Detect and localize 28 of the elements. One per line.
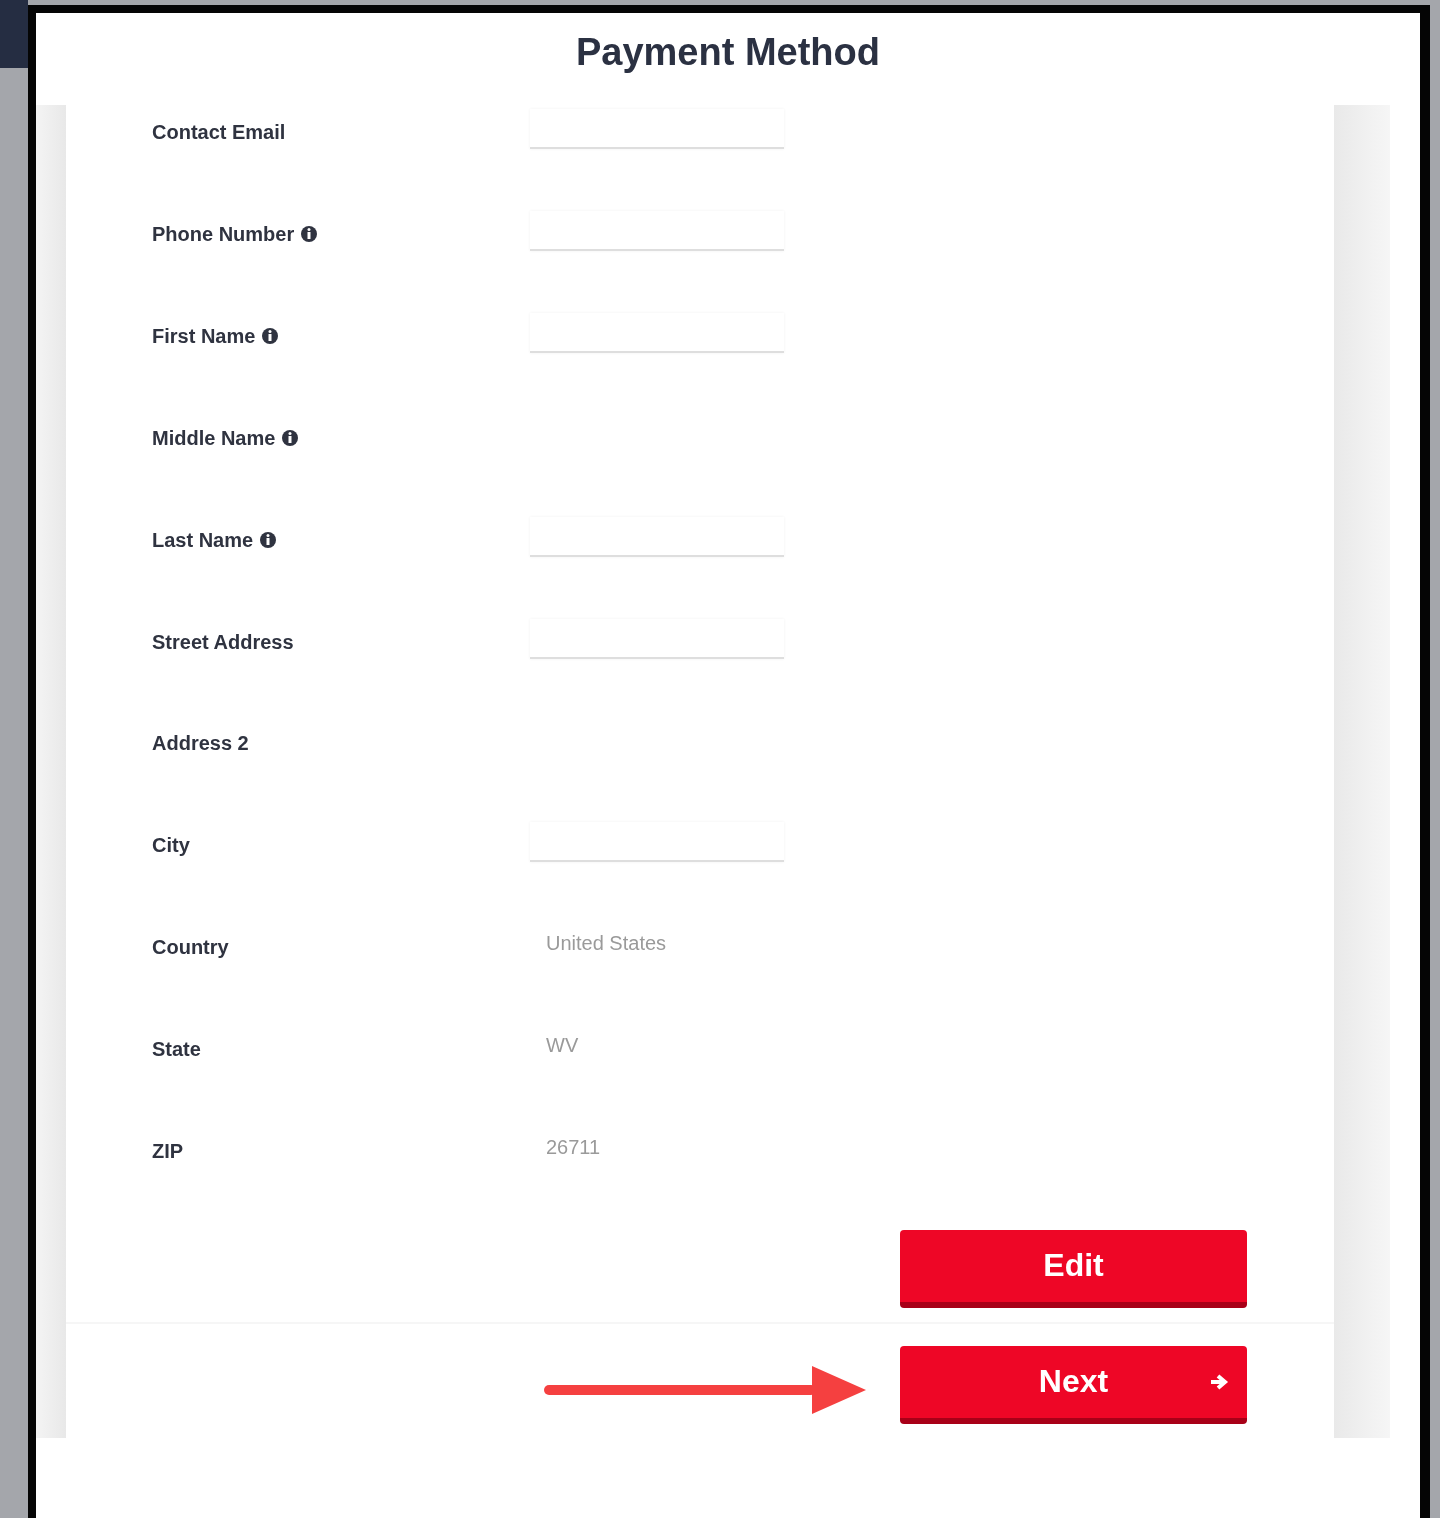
field-label: State bbox=[152, 1037, 201, 1063]
info-icon bbox=[281, 428, 300, 447]
info-icon bbox=[261, 326, 280, 345]
field-label: Country bbox=[152, 935, 229, 961]
field-label: Address 2 bbox=[152, 731, 249, 757]
input-field[interactable] bbox=[530, 109, 784, 149]
field-label: Last Name bbox=[152, 527, 254, 553]
field-label: Street Address bbox=[152, 629, 294, 655]
input-field[interactable] bbox=[530, 618, 784, 659]
field-label: City bbox=[152, 833, 190, 859]
info-icon bbox=[259, 530, 278, 549]
field-value: 26711 bbox=[546, 1135, 601, 1161]
input-field[interactable] bbox=[530, 516, 784, 557]
field-value: United States bbox=[546, 931, 667, 957]
field-label: First Name bbox=[152, 323, 256, 349]
field-value: WV bbox=[546, 1033, 579, 1059]
header-strip bbox=[0, 0, 28, 68]
input-field[interactable] bbox=[530, 312, 784, 353]
input-field[interactable] bbox=[530, 822, 784, 863]
page-title: Payment Method bbox=[574, 29, 881, 75]
field-label: Middle Name bbox=[152, 425, 276, 451]
info-icon bbox=[300, 224, 319, 243]
field-label: Contact Email bbox=[152, 120, 286, 145]
field-label: ZIP bbox=[152, 1139, 184, 1165]
input-field[interactable] bbox=[530, 210, 784, 251]
field-label: Phone Number bbox=[152, 221, 295, 247]
edit-button[interactable]: Edit bbox=[900, 1229, 1247, 1308]
next-button[interactable]: Next bbox=[900, 1345, 1247, 1424]
